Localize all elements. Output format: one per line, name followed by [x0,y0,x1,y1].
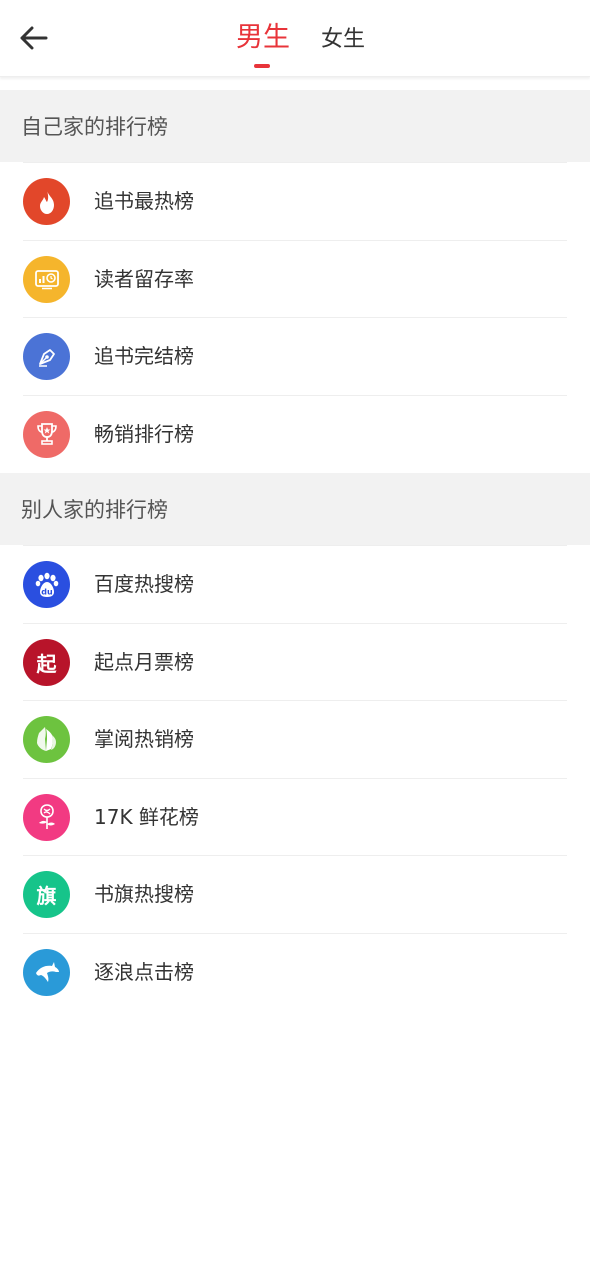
divider [23,932,567,934]
list-item[interactable]: 逐浪点击榜 [0,932,590,1011]
list-item-label: 逐浪点击榜 [94,959,194,984]
list-item[interactable]: du 百度热搜榜 [0,545,590,623]
divider [23,545,567,546]
divider [23,317,567,318]
qidian-glyph: 起 [36,651,57,676]
rose-icon [23,793,70,841]
list-item-label: 追书最热榜 [94,189,194,213]
divider [23,162,567,163]
zhangyue-leaf-icon [23,716,70,763]
active-tab-indicator [254,64,270,68]
list-item-label: 17K 鲜花榜 [94,804,199,829]
divider [23,700,567,701]
list-item[interactable]: 17K 鲜花榜 [0,777,590,856]
list-item[interactable]: 畅销排行榜 [0,394,590,473]
list-item-label: 畅销排行榜 [94,421,194,446]
other-rankings-list: du 百度热搜榜 起 起点月票榜 掌阅热销榜 17K 鲜花榜 旗 书旗热搜榜 逐… [0,545,590,1010]
list-item-label: 百度热搜榜 [94,572,194,596]
shuqi-icon: 旗 [23,871,70,918]
pen-nib-icon [23,333,70,380]
list-item-label: 书旗热搜榜 [94,882,194,906]
shuqi-glyph: 旗 [36,884,57,908]
tab-male[interactable]: 男生 [236,20,290,56]
own-rankings-list: 追书最热榜 读者留存率 追书完结榜 畅销排行榜 [0,162,590,472]
top-bar: 男生 女生 [0,0,590,77]
divider [23,622,567,624]
list-item[interactable]: 追书完结榜 [0,317,590,395]
list-item-label: 追书完结榜 [94,344,194,368]
flame-icon [23,178,70,225]
trophy-icon [23,410,70,458]
divider [23,239,567,241]
baidu-paw-icon: du [23,561,70,608]
gender-tabs: 男生 女生 [0,0,590,76]
svg-text:du: du [41,587,53,596]
list-item[interactable]: 掌阅热销榜 [0,700,590,778]
list-item[interactable]: 起 起点月票榜 [0,622,590,701]
dolphin-icon [23,948,70,996]
tab-female[interactable]: 女生 [321,22,365,58]
chart-clock-icon [23,255,70,303]
list-item[interactable]: 追书最热榜 [0,162,590,240]
list-item[interactable]: 读者留存率 [0,239,590,318]
list-item-label: 读者留存率 [94,266,194,291]
list-item[interactable]: 旗 书旗热搜榜 [0,855,590,933]
list-item-label: 起点月票榜 [94,649,194,674]
qidian-icon: 起 [23,638,70,686]
list-item-label: 掌阅热销榜 [94,727,194,751]
divider [23,777,567,779]
section-header-own-rankings: 自己家的排行榜 [0,90,590,162]
divider [23,855,567,856]
divider [23,394,567,396]
section-header-other-rankings: 别人家的排行榜 [0,473,590,545]
